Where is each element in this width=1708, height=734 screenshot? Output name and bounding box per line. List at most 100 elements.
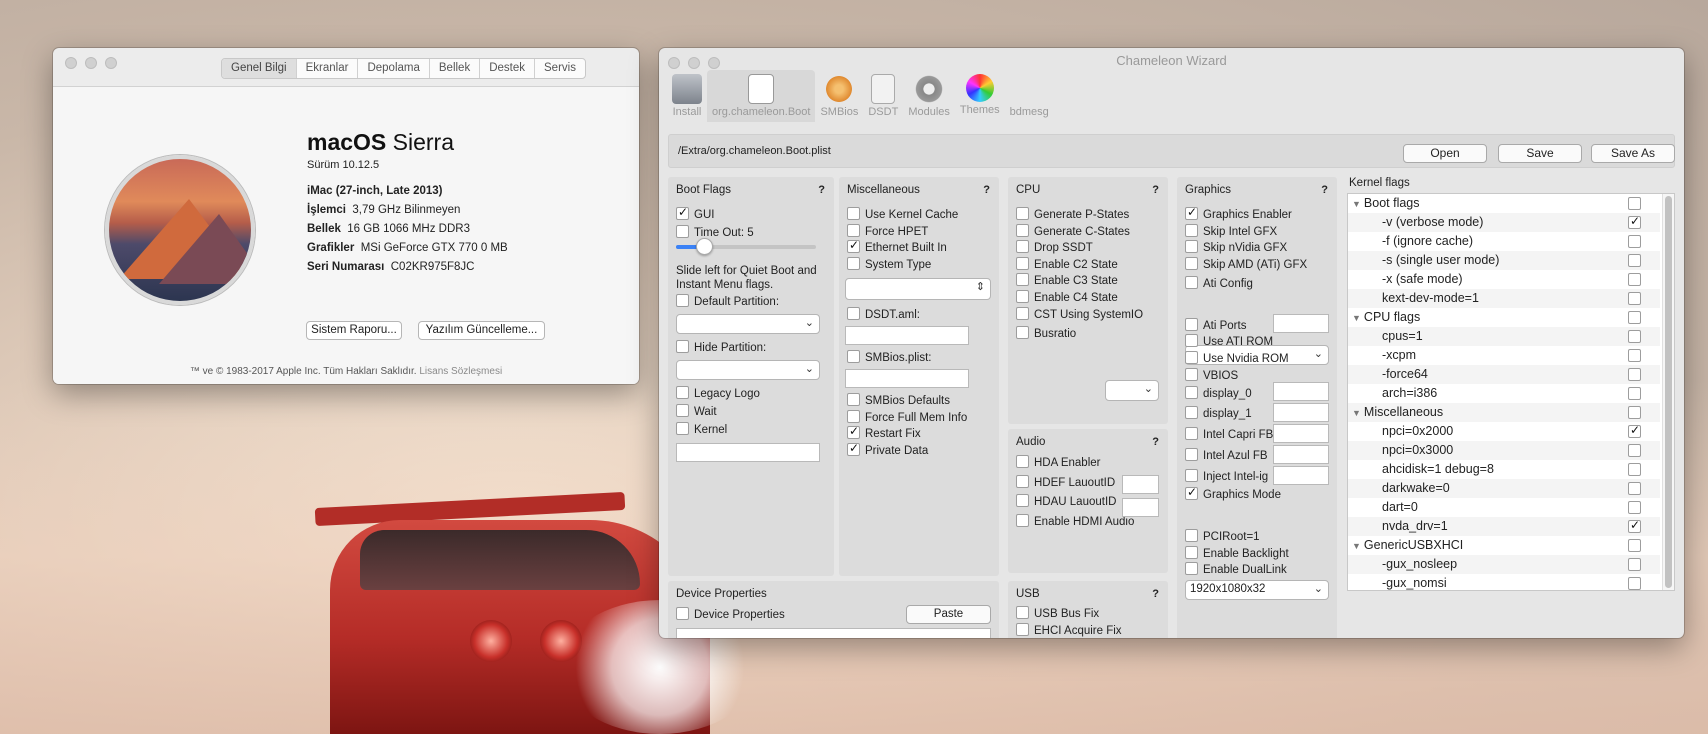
pciroot-1-checkbox[interactable]: PCIRoot=1 [1185,529,1260,545]
graphics-mode-checkbox[interactable]: Graphics Mode [1185,485,1281,503]
timeout-checkbox[interactable]: Time Out: 5 [676,225,754,241]
zoom-button[interactable] [105,57,117,69]
kernel-flag-row[interactable]: -s (single user mode) [1348,251,1660,270]
use-nvidia-rom-checkbox[interactable]: Use Nvidia ROM [1185,351,1289,367]
dsdt-checkbox[interactable]: DSDT.aml: [847,307,920,323]
wait-checkbox[interactable]: Wait [676,404,717,420]
system-type-checkbox[interactable]: System Type [847,256,931,273]
toolbar-dsdt[interactable]: DSDT [863,70,903,122]
kernel-flag-row[interactable]: -gux_nomsi [1348,574,1660,590]
graphics-enabler-checkbox[interactable]: Graphics Enabler [1185,205,1292,223]
display-0-checkbox[interactable]: display_0 [1185,386,1252,402]
intel-capri-fb-checkbox[interactable]: Intel Capri FB [1185,427,1273,443]
ethernet-built-in-checkbox[interactable]: Ethernet Built In [847,238,947,256]
intel-azul-fb-checkbox[interactable]: Intel Azul FB [1185,448,1268,464]
kernel-flag-group[interactable]: ▼ GenericUSBXHCI [1348,536,1660,555]
save-button[interactable]: Save [1498,144,1582,163]
tab-storage[interactable]: Depolama [358,59,430,78]
disclosure-triangle-icon[interactable]: ▼ [1352,199,1361,209]
help-button[interactable]: ? [983,184,990,196]
ati-ports-field[interactable] [1273,314,1329,333]
generate-p-states-checkbox[interactable]: Generate P-States [1016,207,1129,223]
busratio-checkbox[interactable]: Busratio [1016,326,1076,342]
scrollbar[interactable] [1662,194,1674,590]
kernel-flag-group[interactable]: ▼ Boot flags [1348,194,1660,213]
help-button[interactable]: ? [1321,184,1328,196]
hdef-layout-field[interactable] [1122,475,1159,494]
smbios-field[interactable] [845,369,969,388]
kernel-flag-row[interactable]: -x (safe mode) [1348,270,1660,289]
kernel-flag-group[interactable]: ▼ CPU flags [1348,308,1660,327]
kernel-flag-row[interactable]: cpus=1 [1348,327,1660,346]
smbios-checkbox[interactable]: SMBios.plist: [847,350,931,366]
tab-displays[interactable]: Ekranlar [297,59,359,78]
enable-c4-state-checkbox[interactable]: Enable C4 State [1016,290,1118,306]
skip-nvidia-gfx-checkbox[interactable]: Skip nVidia GFX [1185,240,1287,256]
ati-ports-checkbox[interactable]: Ati Ports [1185,318,1246,334]
display-1-checkbox[interactable]: display_1 [1185,406,1252,422]
usb-bus-fix-checkbox[interactable]: USB Bus Fix [1016,606,1099,622]
disclosure-triangle-icon[interactable]: ▼ [1352,313,1361,323]
hdef-lauoutid-checkbox[interactable]: HDEF LauoutID [1016,474,1115,491]
enable-hdmi-audio-checkbox[interactable]: Enable HDMI Audio [1016,513,1134,530]
paste-button[interactable]: Paste [906,605,991,624]
tab-service[interactable]: Servis [535,59,585,78]
kernel-flag-group[interactable]: ▼ Miscellaneous [1348,403,1660,422]
kernel-flag-row[interactable]: -v (verbose mode) [1348,213,1660,232]
kernel-flag-row[interactable]: -f (ignore cache) [1348,232,1660,251]
kernel-flag-row[interactable]: dart=0 [1348,498,1660,517]
timeout-slider[interactable] [676,238,816,255]
skip-amd-ati-gfx-checkbox[interactable]: Skip AMD (ATi) GFX [1185,256,1307,273]
enable-duallink-checkbox[interactable]: Enable DualLink [1185,562,1287,578]
toolbar-themes[interactable]: Themes [955,70,1005,122]
close-button[interactable] [65,57,77,69]
kernel-flag-row[interactable]: -force64 [1348,365,1660,384]
toolbar-smbios[interactable]: SMBios [815,70,863,122]
help-button[interactable]: ? [818,184,825,196]
kernel-flag-row[interactable]: arch=i386 [1348,384,1660,403]
kernel-flag-row[interactable]: npci=0x3000 [1348,441,1660,460]
smbios-defaults-checkbox[interactable]: SMBios Defaults [847,393,950,409]
generate-c-states-checkbox[interactable]: Generate C-States [1016,223,1130,240]
system-type-select[interactable]: ⇕ [845,278,991,300]
tab-general[interactable]: Genel Bilgi [222,59,297,78]
toolbar-install[interactable]: Install [667,70,707,122]
vbios-checkbox[interactable]: VBIOS [1185,368,1238,384]
kernel-field[interactable] [676,443,820,462]
graphics-mode-select[interactable]: 1920x1080x32 ⌄ [1185,580,1329,600]
force-hpet-checkbox[interactable]: Force HPET [847,223,928,240]
disclosure-triangle-icon[interactable]: ▼ [1352,541,1361,551]
toolbar-bdmesg[interactable]: bdmesg [1005,70,1054,122]
system-report-button[interactable]: Sistem Raporu... [306,321,402,340]
toolbar-boot-plist[interactable]: org.chameleon.Boot [707,70,816,122]
enable-c2-state-checkbox[interactable]: Enable C2 State [1016,256,1118,273]
skip-intel-gfx-checkbox[interactable]: Skip Intel GFX [1185,223,1277,240]
kernel-flag-row[interactable]: -gux_nosleep [1348,555,1660,574]
drop-ssdt-checkbox[interactable]: Drop SSDT [1016,240,1093,256]
kernel-checkbox[interactable]: Kernel [676,422,727,438]
cst-using-systemio-checkbox[interactable]: CST Using SystemIO [1016,306,1143,323]
ati-config-checkbox[interactable]: Ati Config [1185,276,1253,292]
device-properties-field[interactable] [676,628,991,638]
enable-c3-state-checkbox[interactable]: Enable C3 State [1016,273,1118,289]
intel-capri-fb-field[interactable] [1273,424,1329,443]
display-1-field[interactable] [1273,403,1329,422]
help-button[interactable]: ? [1152,184,1159,196]
dsdt-field[interactable] [845,326,969,345]
kernel-flag-row[interactable]: -xcpm [1348,346,1660,365]
busratio-select[interactable]: ⌄ [1105,380,1159,401]
display-0-field[interactable] [1273,382,1329,401]
kernel-flag-row[interactable]: nvda_drv=1 [1348,517,1660,536]
software-update-button[interactable]: Yazılım Güncelleme... [418,321,545,340]
kernel-flag-row[interactable]: ahcidisk=1 debug=8 [1348,460,1660,479]
save-as-button[interactable]: Save As [1591,144,1675,163]
inject-intel-ig-field[interactable] [1273,466,1329,485]
gui-checkbox[interactable]: GUI [676,205,714,223]
enable-backlight-checkbox[interactable]: Enable Backlight [1185,545,1289,562]
hide-partition-select[interactable]: ⌄ [676,360,820,380]
kernel-flag-row[interactable]: kext-dev-mode=1 [1348,289,1660,308]
disclosure-triangle-icon[interactable]: ▼ [1352,408,1361,418]
hide-partition-checkbox[interactable]: Hide Partition: [676,340,766,356]
help-button[interactable]: ? [1152,588,1159,600]
tab-support[interactable]: Destek [480,59,535,78]
